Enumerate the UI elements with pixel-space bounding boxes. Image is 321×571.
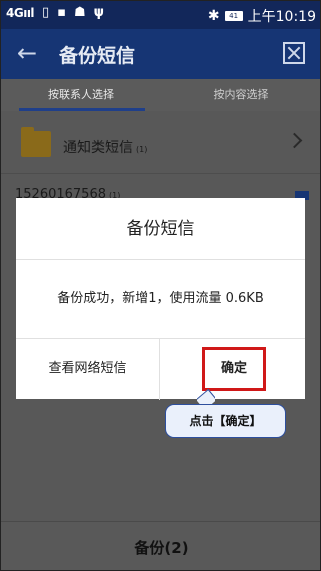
back-arrow-icon[interactable]: ← bbox=[17, 39, 37, 67]
phone-screen: 4Gııl ▯ ▪ ☗ ψ ✱ 41 上午10:19 ← 备份短信 按联系人选择… bbox=[0, 0, 321, 571]
dialog-title: 备份短信 bbox=[16, 198, 305, 260]
instruction-callout: 点击【确定】 bbox=[165, 404, 286, 438]
bottom-bar: 备份(2) bbox=[1, 521, 320, 570]
tab-by-content[interactable]: 按内容选择 bbox=[161, 79, 320, 111]
close-icon[interactable] bbox=[283, 42, 305, 64]
sim-icon: ▯ bbox=[42, 5, 50, 20]
clock: 上午10:19 bbox=[247, 9, 316, 25]
callout-pointer bbox=[197, 386, 215, 406]
usb-icon: ψ bbox=[93, 5, 104, 20]
network-signal: 4Gııl bbox=[6, 5, 35, 20]
bluetooth-icon: ✱ bbox=[207, 8, 220, 24]
list-item-label: 通知类短信 (1) bbox=[63, 137, 147, 157]
confirm-button[interactable]: 确定 bbox=[202, 347, 266, 391]
backup-button[interactable]: 备份(2) bbox=[134, 537, 188, 558]
folder-icon bbox=[21, 127, 51, 157]
message-icon: ▪ bbox=[57, 5, 67, 20]
view-network-sms-button[interactable]: 查看网络短信 bbox=[16, 339, 160, 400]
dialog-message: 备份成功，新增1，使用流量 0.6KB bbox=[57, 291, 264, 306]
folder-name: 通知类短信 bbox=[63, 140, 133, 156]
app-bar: ← 备份短信 bbox=[1, 29, 320, 79]
status-bar: 4Gııl ▯ ▪ ☗ ψ ✱ 41 上午10:19 bbox=[1, 1, 320, 29]
chevron-right-icon bbox=[286, 132, 303, 149]
page-title: 备份短信 bbox=[59, 45, 136, 67]
dialog-actions: 查看网络短信 确定 bbox=[16, 338, 305, 400]
divider bbox=[1, 173, 320, 174]
folder-count: (1) bbox=[136, 145, 148, 154]
tab-bar: 按联系人选择 按内容选择 bbox=[1, 79, 320, 111]
list-item-notification[interactable]: 通知类短信 (1) bbox=[1, 117, 320, 173]
battery-icon: 41 bbox=[224, 11, 243, 21]
android-icon: ☗ bbox=[74, 5, 86, 20]
backup-dialog: 备份短信 备份成功，新增1，使用流量 0.6KB 查看网络短信 确定 bbox=[16, 198, 305, 400]
tab-by-contact[interactable]: 按联系人选择 bbox=[1, 79, 161, 111]
